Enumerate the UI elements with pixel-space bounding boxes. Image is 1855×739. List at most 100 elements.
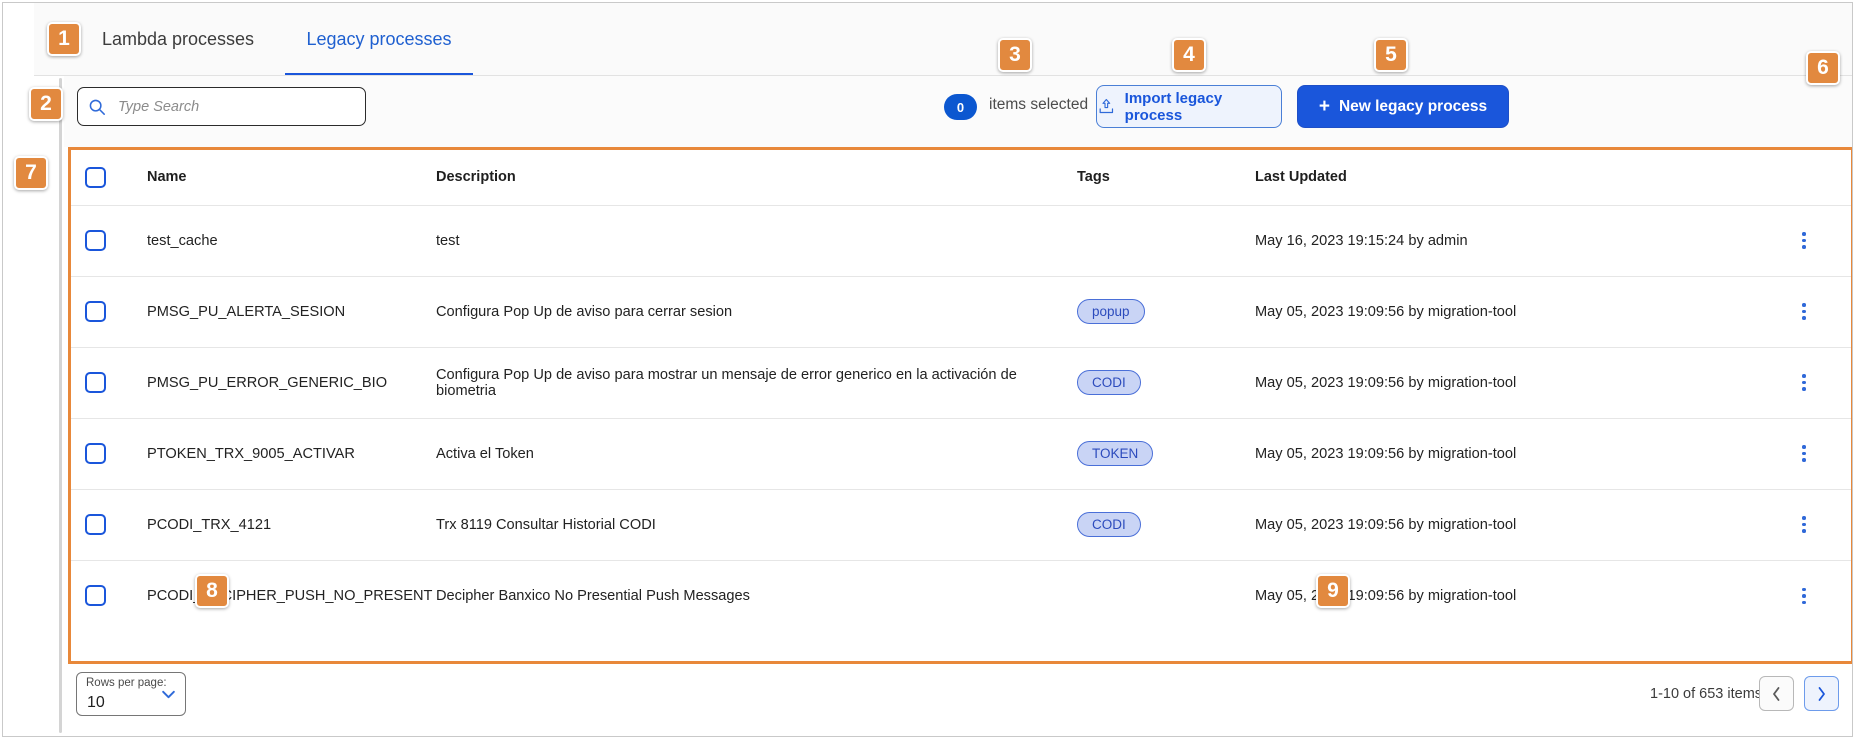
cell-row-actions [1789,205,1851,276]
annotation-marker-3: 3 [998,38,1032,72]
annotation-marker-5: 5 [1374,38,1408,72]
tag-badge[interactable]: CODI [1077,370,1141,395]
row-overflow-menu-icon[interactable] [1794,300,1814,324]
table-row[interactable]: PMSG_PU_ERROR_GENERIC_BIOConfigura Pop U… [71,347,1851,418]
row-overflow-menu-icon[interactable] [1794,371,1814,395]
cell-name: PCODI_DECIPHER_PUSH_NO_PRESENT [141,560,431,631]
table-footer: Rows per page: 10 1-10 of 653 items [64,664,1853,736]
tab-bar: Lambda processes Legacy processes [34,3,1853,76]
app-page: Lambda processes Legacy processes 0 item… [2,2,1853,737]
row-select-cell [71,418,141,489]
row-checkbox[interactable] [85,443,106,464]
chevron-right-icon [1816,686,1827,702]
cell-description: Configura Pop Up de aviso para cerrar se… [431,276,1071,347]
processes-table: Name Description Tags Last Updated test_… [71,150,1851,631]
tag-badge[interactable]: TOKEN [1077,441,1153,466]
cell-name: test_cache [141,205,431,276]
row-select-cell [71,489,141,560]
cell-last-updated: May 16, 2023 19:15:24 by admin [1249,205,1789,276]
annotation-marker-8: 8 [195,574,229,608]
tab-lambda-processes[interactable]: Lambda processes [83,3,273,76]
column-header-tags[interactable]: Tags [1071,150,1249,205]
annotation-marker-1: 1 [47,22,81,56]
cell-description: Trx 8119 Consultar Historial CODI [431,489,1071,560]
cell-row-actions [1789,347,1851,418]
cell-tags: CODI [1071,489,1249,560]
cell-last-updated: May 05, 2023 19:09:56 by migration-tool [1249,489,1789,560]
annotation-marker-6: 6 [1806,51,1840,85]
table-row[interactable]: PCODI_DECIPHER_PUSH_NO_PRESENTDecipher B… [71,560,1851,631]
cell-row-actions [1789,418,1851,489]
row-select-cell [71,347,141,418]
pagination-status: 1-10 of 653 items [1650,686,1762,702]
selected-count-label: items selected [989,96,1088,114]
table-row[interactable]: PMSG_PU_ALERTA_SESIONConfigura Pop Up de… [71,276,1851,347]
row-checkbox[interactable] [85,585,106,606]
selected-count-badge: 0 [944,94,977,120]
previous-page-button[interactable] [1759,676,1794,711]
row-overflow-menu-icon[interactable] [1794,584,1814,608]
column-header-last-updated[interactable]: Last Updated [1249,150,1789,205]
table-row[interactable]: PTOKEN_TRX_9005_ACTIVARActiva el TokenTO… [71,418,1851,489]
cell-tags: TOKEN [1071,418,1249,489]
cell-name: PCODI_TRX_4121 [141,489,431,560]
row-overflow-menu-icon[interactable] [1794,442,1814,466]
next-page-button[interactable] [1804,676,1839,711]
column-header-description[interactable]: Description [431,150,1071,205]
row-overflow-menu-icon[interactable] [1794,229,1814,253]
annotation-marker-4: 4 [1172,38,1206,72]
row-checkbox[interactable] [85,301,106,322]
cell-row-actions [1789,560,1851,631]
new-legacy-process-label: New legacy process [1339,98,1487,116]
rows-per-page-select[interactable]: Rows per page: 10 [76,672,186,716]
row-checkbox[interactable] [85,514,106,535]
cell-last-updated: May 05, 2023 19:09:56 by migration-tool [1249,276,1789,347]
select-all-header [71,150,141,205]
tab-legacy-processes[interactable]: Legacy processes [285,3,473,76]
cell-last-updated: May 05, 2023 19:09:56 by migration-tool [1249,418,1789,489]
row-checkbox[interactable] [85,230,106,251]
annotation-marker-9: 9 [1316,574,1350,608]
plus-icon: + [1319,97,1330,116]
tab-label: Legacy processes [306,29,451,50]
cell-name: PTOKEN_TRX_9005_ACTIVAR [141,418,431,489]
search-icon [88,98,106,116]
search-input[interactable] [116,98,355,116]
column-header-last-updated-label: Last Updated [1255,169,1347,185]
upload-icon [1097,97,1116,116]
cell-description: Activa el Token [431,418,1071,489]
tag-badge[interactable]: popup [1077,299,1145,324]
tag-badge[interactable]: CODI [1077,512,1141,537]
column-header-name[interactable]: Name [141,150,431,205]
rows-per-page-label: Rows per page: [86,677,167,689]
screenshot-root: Lambda processes Legacy processes 0 item… [0,0,1855,739]
chevron-down-icon [161,689,176,700]
table-body: test_cachetestMay 16, 2023 19:15:24 by a… [71,205,1851,631]
cell-name: PMSG_PU_ALERTA_SESION [141,276,431,347]
toolbar-overflow-menu-icon[interactable] [1844,96,1853,122]
table-row[interactable]: PCODI_TRX_4121Trx 8119 Consultar Histori… [71,489,1851,560]
table-toolbar: 0 items selected Import legacy process +… [64,76,1853,147]
annotation-marker-7: 7 [14,156,48,190]
chevron-left-icon [1771,686,1782,702]
row-select-cell [71,276,141,347]
vertical-scrollbar[interactable] [59,78,62,733]
row-overflow-menu-icon[interactable] [1794,513,1814,537]
tab-label: Lambda processes [102,29,254,50]
table-header-row: Name Description Tags Last Updated [71,150,1851,205]
cell-description: Decipher Banxico No Presential Push Mess… [431,560,1071,631]
table-row[interactable]: test_cachetestMay 16, 2023 19:15:24 by a… [71,205,1851,276]
import-legacy-process-button[interactable]: Import legacy process [1096,85,1282,128]
cell-tags: CODI [1071,347,1249,418]
search-box[interactable] [77,87,366,126]
cell-tags [1071,205,1249,276]
cell-tags: popup [1071,276,1249,347]
cell-tags [1071,560,1249,631]
cell-row-actions [1789,489,1851,560]
row-checkbox[interactable] [85,372,106,393]
processes-table-container: Name Description Tags Last Updated test_… [68,147,1853,664]
row-select-cell [71,560,141,631]
new-legacy-process-button[interactable]: + New legacy process [1297,85,1509,128]
cell-last-updated: May 05, 2023 19:09:56 by migration-tool [1249,347,1789,418]
select-all-checkbox[interactable] [85,167,106,188]
